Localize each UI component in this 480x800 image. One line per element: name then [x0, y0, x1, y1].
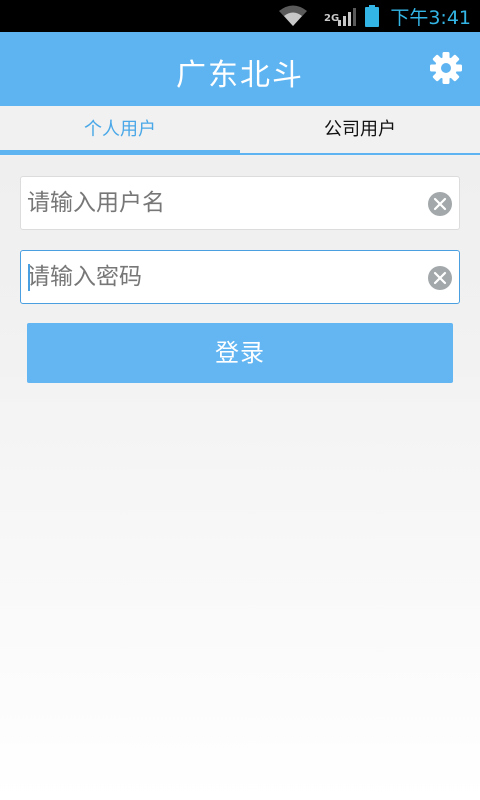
- active-tab-indicator: [0, 150, 240, 154]
- username-input[interactable]: [27, 177, 417, 229]
- clear-icon: [428, 266, 452, 290]
- username-clear-button[interactable]: [428, 192, 452, 216]
- clear-icon: [428, 192, 452, 216]
- password-input[interactable]: [27, 251, 417, 303]
- text-cursor: [28, 264, 30, 291]
- user-type-tabs: 个人用户 公司用户: [0, 106, 480, 156]
- login-button[interactable]: 登录: [27, 323, 453, 383]
- gear-icon: [428, 52, 464, 90]
- network-type: 2G: [324, 13, 340, 24]
- password-clear-button[interactable]: [428, 266, 452, 290]
- settings-button[interactable]: [428, 50, 464, 86]
- app-header: 广东北斗: [0, 32, 480, 106]
- app-title: 广东北斗: [176, 58, 304, 93]
- status-bar: 2G 下午3:41: [0, 0, 480, 32]
- clock: 下午3:41: [390, 7, 471, 29]
- battery-icon: [365, 5, 379, 31]
- tab-personal-user[interactable]: 个人用户: [0, 106, 240, 156]
- wifi-icon: [278, 5, 308, 31]
- password-field: [20, 250, 460, 304]
- signal-icon: [338, 6, 360, 30]
- username-field: [20, 176, 460, 230]
- tab-company-user[interactable]: 公司用户: [240, 106, 480, 156]
